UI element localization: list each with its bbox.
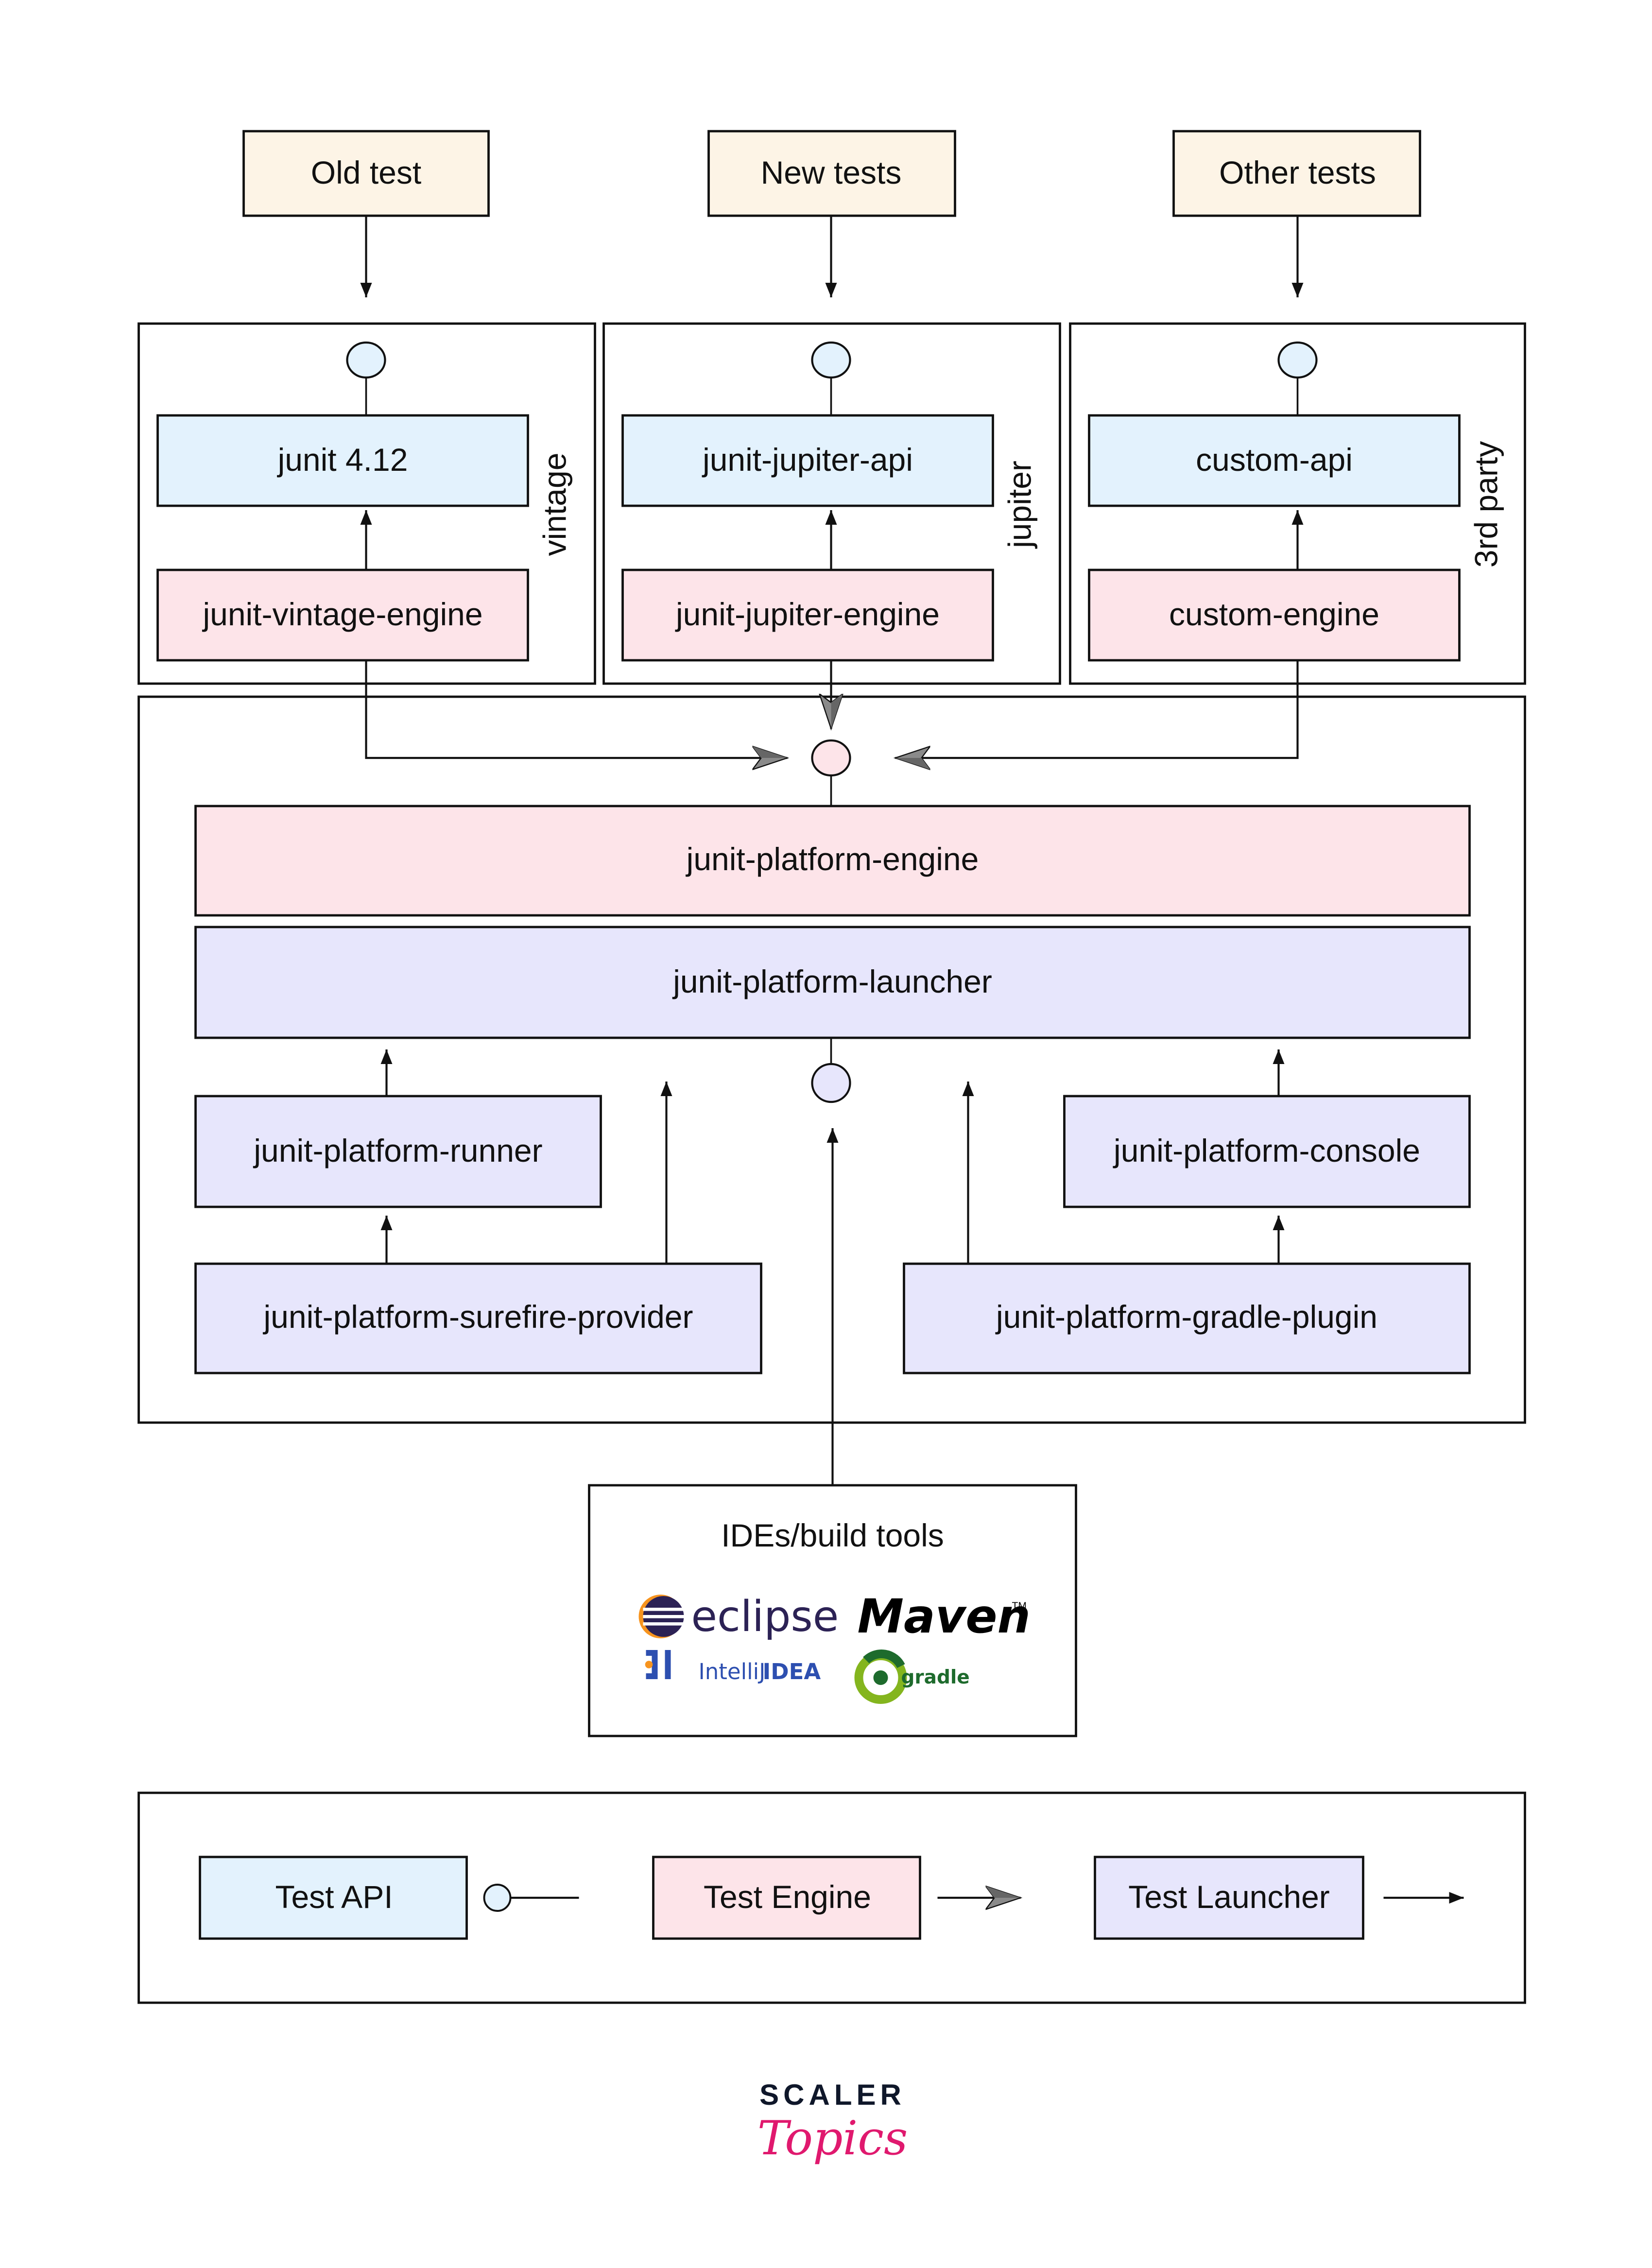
interface-lollipop-icon [483, 1884, 512, 1912]
test-source-other-label: Other tests [1219, 155, 1376, 190]
third-party-side-label: 3rd party [1468, 441, 1504, 567]
intellij-logo-text-light: IntelliJ [699, 1659, 766, 1684]
scaler-topics-logo: SCALER Topics [757, 2079, 908, 2165]
vintage-side-label: vintage [537, 453, 573, 556]
ide-box-title: IDEs/build tools [721, 1517, 944, 1553]
legend-test-launcher-label: Test Launcher [1128, 1879, 1330, 1915]
junit5-architecture-diagram: Old test New tests Other tests junit 4.1… [138, 130, 1526, 2165]
jupiter-side-label: jupiter [1002, 461, 1038, 549]
jupiter-engine-label: junit-jupiter-engine [675, 596, 940, 632]
arrow-vintage-engine-to-platform [365, 660, 788, 758]
vintage-api-label: junit 4.12 [277, 442, 408, 478]
platform-console-label: junit-platform-console [1113, 1133, 1420, 1168]
maven-logo-icon: Maven TM [858, 1589, 1031, 1644]
legend: Test API Test Engine Test Launcher [138, 1791, 1526, 2004]
group-vintage: junit 4.12 junit-vintage-engine vintage [138, 322, 596, 685]
engine-interface-icon [811, 739, 851, 777]
group-jupiter: junit-jupiter-api junit-jupiter-engine j… [602, 322, 1061, 685]
brand-bottom-text: Topics [757, 2111, 908, 2165]
platform-engine-label: junit-platform-engine [686, 841, 979, 877]
legend-test-api-label: Test API [275, 1879, 393, 1915]
test-source-other: Other tests [1172, 130, 1421, 217]
platform-surefire-label: junit-platform-surefire-provider [263, 1299, 693, 1335]
launcher-interface-icon [811, 1063, 851, 1103]
test-source-old: Old test [242, 130, 490, 217]
intellij-logo-text-bold: IDEA [763, 1659, 821, 1684]
vintage-engine-label: junit-vintage-engine [202, 596, 482, 632]
test-source-old-label: Old test [311, 155, 421, 190]
svg-text:TM: TM [1012, 1600, 1027, 1612]
third-party-engine-label: custom-engine [1169, 596, 1379, 632]
platform-launcher-label: junit-platform-launcher [672, 963, 992, 999]
eclipse-logo-text: eclipse [691, 1592, 839, 1641]
eclipse-logo-icon: eclipse [638, 1592, 839, 1641]
platform-runner-label: junit-platform-runner [253, 1133, 542, 1168]
legend-test-engine-label: Test Engine [704, 1879, 871, 1915]
arrow-custom-engine-to-platform [895, 660, 1299, 758]
third-party-api-label: custom-api [1196, 442, 1353, 478]
group-third-party: custom-api custom-engine 3rd party [1069, 322, 1526, 685]
api-interface-icon [1277, 341, 1318, 379]
ide-build-tools-box: IDEs/build tools eclipse Maven TM Intell… [588, 1484, 1077, 1737]
gradle-logo-text: gradle [901, 1667, 970, 1688]
api-interface-icon [811, 341, 851, 379]
platform-gradle-plugin-label: junit-platform-gradle-plugin [995, 1299, 1377, 1335]
test-source-new-label: New tests [761, 155, 902, 190]
api-interface-icon [346, 341, 386, 379]
test-source-new: New tests [707, 130, 956, 217]
brand-top-text: SCALER [759, 2079, 906, 2111]
jupiter-api-label: junit-jupiter-api [702, 442, 913, 478]
maven-logo-text: Maven [858, 1589, 1031, 1644]
